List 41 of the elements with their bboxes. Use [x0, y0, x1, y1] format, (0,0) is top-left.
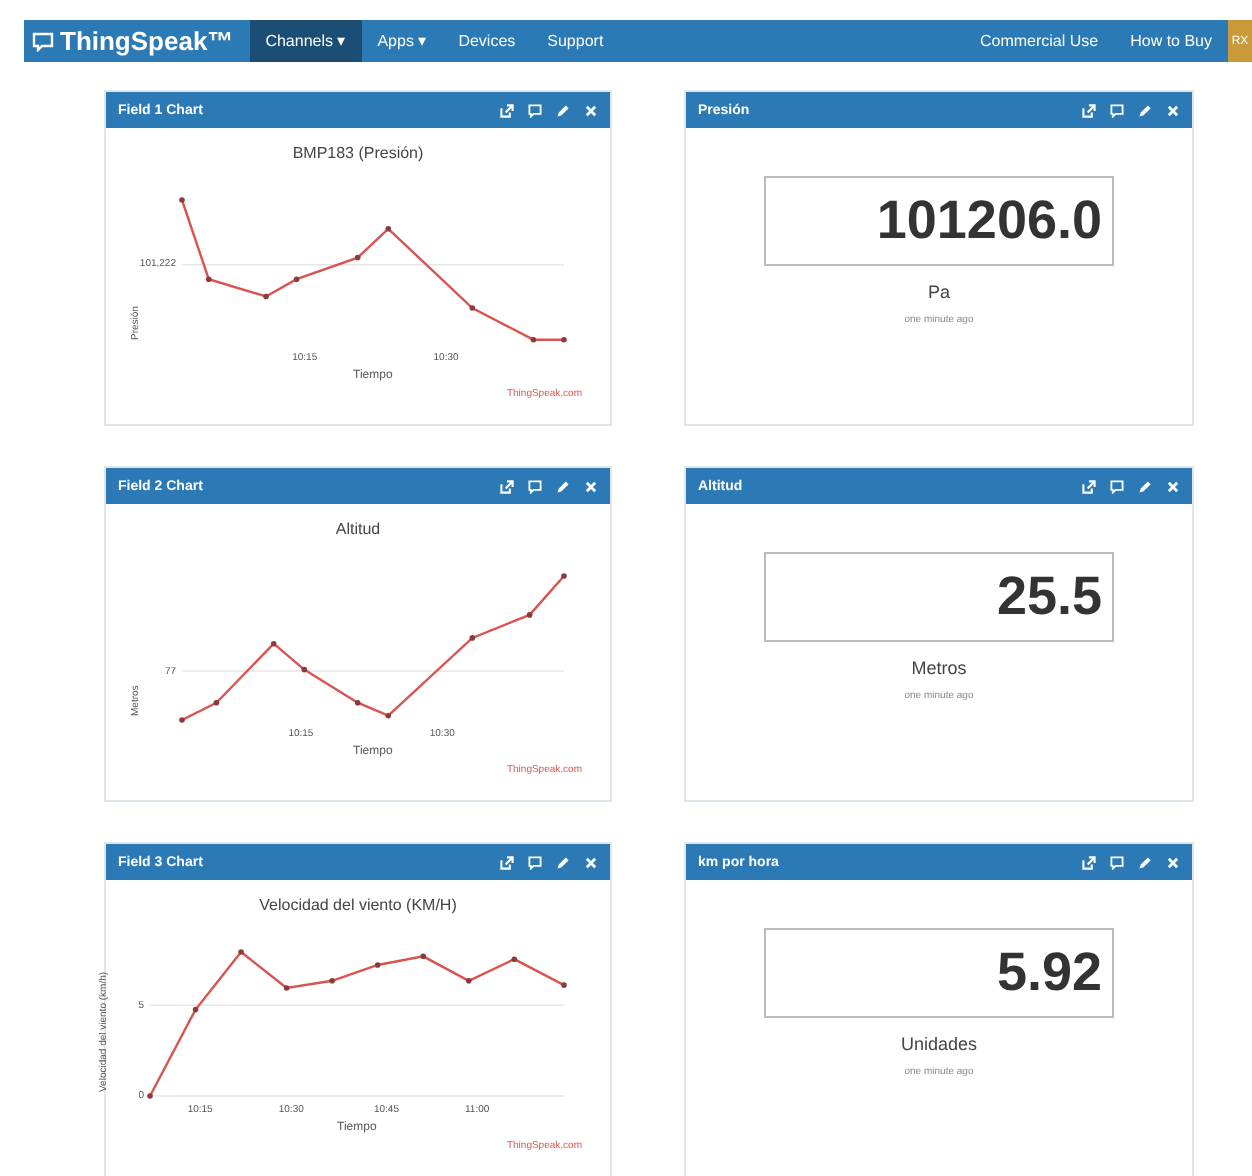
chart-title: BMP183 (Presión)	[290, 144, 426, 162]
pencil-icon[interactable]	[1138, 103, 1152, 117]
unit-label: Metros	[911, 658, 967, 678]
chat-bubble-icon	[32, 31, 54, 51]
nav-item[interactable]: Channels ▾	[249, 20, 362, 62]
close-icon[interactable]	[584, 479, 598, 493]
comment-icon[interactable]	[1110, 479, 1124, 493]
nav-item[interactable]: Support	[531, 20, 620, 62]
comment-icon[interactable]	[528, 855, 542, 869]
unit-label: Pa	[927, 282, 950, 302]
pencil-icon[interactable]	[1138, 479, 1152, 493]
nav-link[interactable]: Commercial Use	[963, 20, 1115, 62]
close-icon[interactable]	[1166, 103, 1180, 117]
value-display: 25.5	[764, 552, 1114, 642]
chart-title: Velocidad del viento (KM/H)	[257, 896, 459, 914]
brand-logo[interactable]: ThingSpeak™	[24, 26, 250, 56]
nav-link[interactable]: How to Buy	[1114, 20, 1228, 62]
close-icon[interactable]	[584, 855, 598, 869]
close-icon[interactable]	[1166, 855, 1180, 869]
pencil-icon[interactable]	[556, 855, 570, 869]
pencil-icon[interactable]	[556, 479, 570, 493]
chart-title: Altitud	[333, 520, 383, 538]
value-display: 101206.0	[764, 176, 1114, 266]
comment-icon[interactable]	[1110, 103, 1124, 117]
external-link-icon[interactable]	[500, 103, 514, 117]
unit-label: Unidades	[900, 1034, 978, 1054]
comment-icon[interactable]	[528, 479, 542, 493]
nav-item[interactable]: Apps ▾	[361, 20, 443, 62]
pencil-icon[interactable]	[556, 103, 570, 117]
value-display: 5.92	[764, 928, 1114, 1018]
external-link-icon[interactable]	[500, 479, 514, 493]
close-icon[interactable]	[584, 103, 598, 117]
external-link-icon[interactable]	[1082, 479, 1096, 493]
comment-icon[interactable]	[1110, 855, 1124, 869]
close-icon[interactable]	[1166, 479, 1180, 493]
comment-icon[interactable]	[528, 103, 542, 117]
pencil-icon[interactable]	[1138, 855, 1152, 869]
external-link-icon[interactable]	[1082, 103, 1096, 117]
nav-item[interactable]: Devices	[442, 20, 532, 62]
external-link-icon[interactable]	[500, 855, 514, 869]
external-link-icon[interactable]	[1082, 855, 1096, 869]
